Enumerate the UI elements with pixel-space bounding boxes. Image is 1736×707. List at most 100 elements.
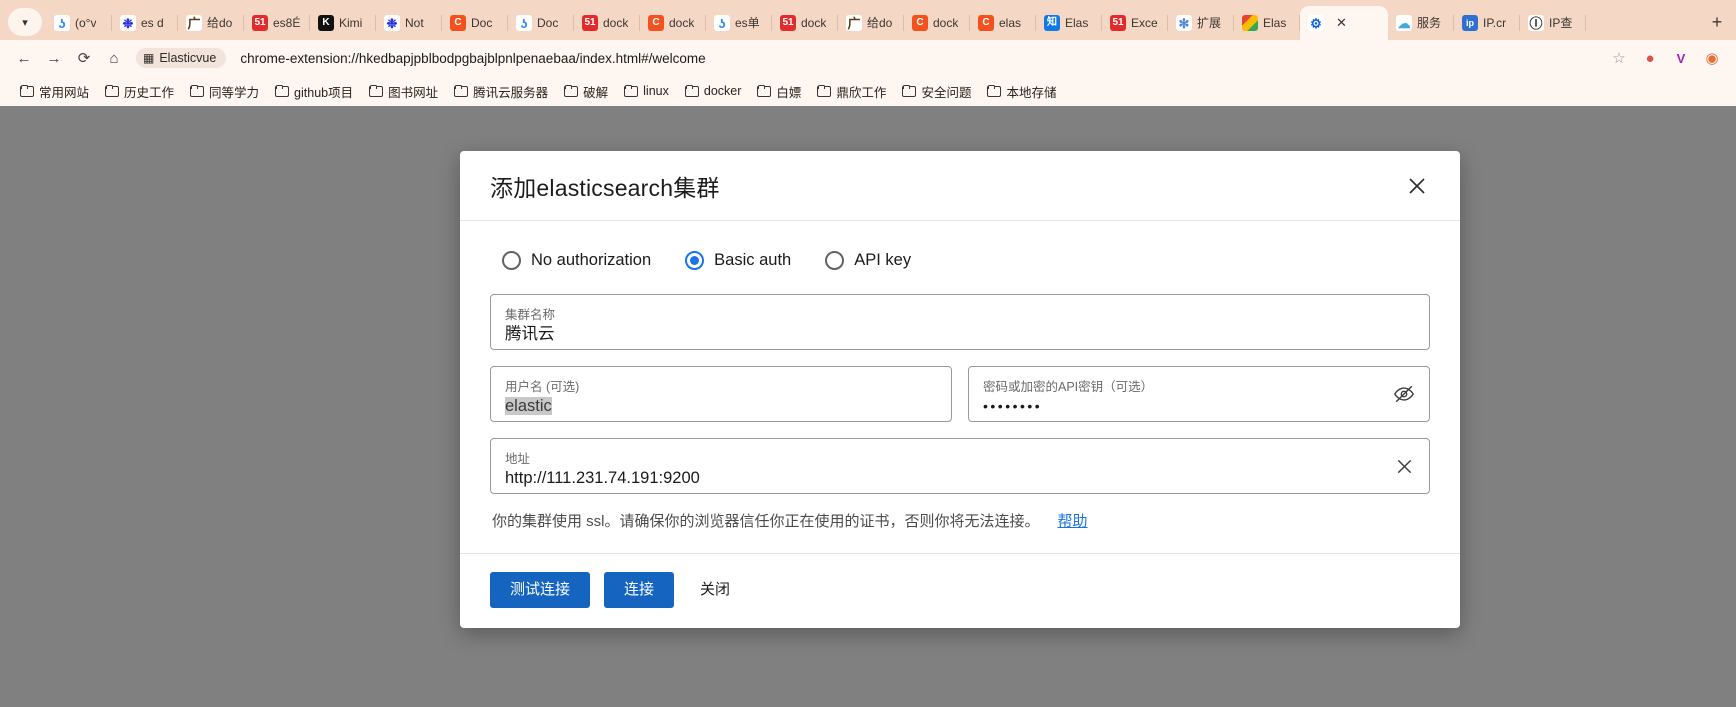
bookmark-folder[interactable]: docker xyxy=(677,81,750,101)
browser-tab[interactable]: ʖ (o°v xyxy=(46,6,112,40)
bookmark-folder[interactable]: 常用网站 xyxy=(12,79,97,104)
bookmark-folder[interactable]: linux xyxy=(616,81,677,101)
connect-button[interactable]: 连接 xyxy=(604,572,675,608)
bookmark-folder[interactable]: 同等学力 xyxy=(182,79,267,104)
csdn-icon: C xyxy=(450,15,466,31)
tab-close-icon[interactable]: ✕ xyxy=(1334,15,1349,31)
baidu-icon: ❉ xyxy=(384,15,400,31)
bookmark-folder[interactable]: 破解 xyxy=(556,79,616,104)
browser-tab[interactable]: C Doc xyxy=(442,6,508,40)
new-tab-button[interactable]: + xyxy=(1704,9,1730,35)
browser-tab[interactable]: ✻ 扩展 xyxy=(1168,6,1234,40)
tab-label: elas xyxy=(999,16,1022,30)
bookmark-label: linux xyxy=(643,84,669,98)
browser-tab[interactable]: Ⓘ IP查 xyxy=(1520,6,1586,40)
bookmark-folder[interactable]: github项目 xyxy=(267,79,361,104)
browser-tab[interactable]: Elas xyxy=(1234,6,1300,40)
password-field[interactable]: 密码或加密的API密钥（可选） •••••••• xyxy=(968,366,1430,422)
bookmark-folder[interactable]: 腾讯云服务器 xyxy=(446,79,556,104)
kimi-icon: K xyxy=(318,15,334,31)
browser-tab[interactable]: Celas xyxy=(970,6,1036,40)
folder-icon xyxy=(902,85,917,97)
browser-tab[interactable]: 广给do xyxy=(838,6,904,40)
forward-arrow-icon[interactable]: → xyxy=(40,44,68,72)
bookmark-label: 本地存储 xyxy=(1006,85,1057,100)
tab-label: (o°v xyxy=(75,16,97,30)
bookmark-folder[interactable]: 白嫖 xyxy=(749,79,809,104)
tab-label: IP.cr xyxy=(1483,16,1507,30)
extensions-icon[interactable]: ● xyxy=(1636,44,1664,72)
browser-tab[interactable]: K Kimi xyxy=(310,6,376,40)
browser-tab[interactable]: ip IP.cr xyxy=(1454,6,1520,40)
folder-icon xyxy=(757,85,772,97)
yuque-icon: ʖ xyxy=(54,15,70,31)
test-connection-button[interactable]: 测试连接 xyxy=(490,572,591,608)
browser-tab[interactable]: 广给do xyxy=(178,6,244,40)
browser-tab[interactable]: 51 dock xyxy=(574,6,640,40)
auth-radio-option[interactable]: No authorization xyxy=(502,251,651,270)
username-label: 用户名 (可选) xyxy=(505,379,580,394)
dialog-header: 添加elasticsearch集群 xyxy=(460,151,1460,221)
browser-tab[interactable]: Cdock xyxy=(640,6,706,40)
browser-tab-active[interactable]: ⚙ ✕ xyxy=(1300,6,1388,40)
browser-tab[interactable]: ☁ 服务 xyxy=(1388,6,1454,40)
radio-icon[interactable] xyxy=(685,251,705,270)
password-input[interactable]: •••••••• xyxy=(983,396,1415,417)
cluster-name-field[interactable]: 集群名称 腾讯云 xyxy=(490,294,1430,350)
close-icon[interactable] xyxy=(1402,171,1432,201)
url-text[interactable]: chrome-extension://hkedbapjpblbodpgbajbl… xyxy=(240,51,705,66)
tab-strip: ▾ ʖ (o°v ❉ es d 广给do 51 es8É K Kimi ❉ Not C Doc ʖ Doc 5… xyxy=(0,0,1736,40)
auth-radio-option[interactable]: Basic auth xyxy=(685,251,791,270)
browser-tab[interactable]: ʖ es单 xyxy=(706,6,772,40)
bookmark-folder[interactable]: 历史工作 xyxy=(97,79,182,104)
extension-chip-label: Elasticvue xyxy=(159,51,217,65)
browser-tab[interactable]: 知 Elas xyxy=(1036,6,1102,40)
bookmark-folder[interactable]: 安全问题 xyxy=(894,79,979,104)
browser-tab[interactable]: ʖ Doc xyxy=(508,6,574,40)
folder-icon xyxy=(987,85,1002,97)
auth-radio-option[interactable]: API key xyxy=(825,251,911,270)
username-field[interactable]: 用户名 (可选) elastic xyxy=(490,366,952,422)
bookmark-folder[interactable]: 本地存储 xyxy=(979,79,1064,104)
browser-tab[interactable]: Cdock xyxy=(904,6,970,40)
address-input[interactable]: http://111.231.74.191:9200 xyxy=(505,468,1415,489)
back-arrow-icon[interactable]: ← xyxy=(10,44,38,72)
profile-avatar-icon[interactable]: ◉ xyxy=(1698,44,1726,72)
tab-label: Doc xyxy=(537,16,559,30)
username-input[interactable]: elastic xyxy=(505,396,937,417)
reload-icon[interactable]: ⟳ xyxy=(70,44,98,72)
tab-search-chevron-down-icon[interactable]: ▾ xyxy=(8,8,42,36)
radio-icon[interactable] xyxy=(825,251,845,270)
csdn-icon: C xyxy=(648,15,664,31)
address-field[interactable]: 地址 http://111.231.74.191:9200 xyxy=(490,438,1430,494)
help-link[interactable]: 帮助 xyxy=(1058,510,1088,531)
clear-x-icon[interactable] xyxy=(1391,453,1417,479)
close-button[interactable]: 关闭 xyxy=(688,572,742,608)
radio-icon[interactable] xyxy=(502,251,521,270)
v-badge-icon[interactable]: V xyxy=(1667,44,1695,72)
tab-label: Elas xyxy=(1065,16,1089,30)
browser-tab[interactable]: 51 es8É xyxy=(244,6,310,40)
star-icon[interactable]: ☆ xyxy=(1605,44,1633,72)
bookmark-folder[interactable]: 鼎欣工作 xyxy=(809,79,894,104)
bookmark-label: 同等学力 xyxy=(209,85,260,100)
browser-tab[interactable]: ❉ es d xyxy=(112,6,178,40)
browser-tab[interactable]: 51 Exce xyxy=(1102,6,1168,40)
folder-icon xyxy=(190,85,205,97)
ssl-note-text: 你的集群使用 ssl。请确保你的浏览器信任你正在使用的证书，否则你将无法连接。 xyxy=(492,513,1040,530)
auth-radio-label: API key xyxy=(854,251,912,269)
eye-off-icon[interactable] xyxy=(1391,381,1417,407)
home-icon[interactable]: ⌂ xyxy=(100,44,128,72)
bookmark-folder[interactable]: 图书网址 xyxy=(361,79,446,104)
cluster-name-input[interactable]: 腾讯云 xyxy=(505,324,1415,345)
folder-icon xyxy=(369,85,384,97)
juejin-icon: 广 xyxy=(846,15,862,31)
browser-tab[interactable]: 51 dock xyxy=(772,6,838,40)
bookmarks-bar: 常用网站 历史工作 同等学力 github项目 图书网址 腾讯云服务器 破解 linux doc… xyxy=(0,76,1736,106)
browser-tab[interactable]: ❉ Not xyxy=(376,6,442,40)
toolbar-actions: ☆ ● V ◉ xyxy=(1605,44,1726,72)
dialog-title: 添加elasticsearch集群 xyxy=(490,174,720,201)
bookmark-label: 历史工作 xyxy=(124,85,175,100)
address-bar[interactable]: ▦ Elasticvue chrome-extension://hkedbapj… xyxy=(136,45,1603,71)
extension-origin-chip[interactable]: ▦ Elasticvue xyxy=(136,48,227,68)
